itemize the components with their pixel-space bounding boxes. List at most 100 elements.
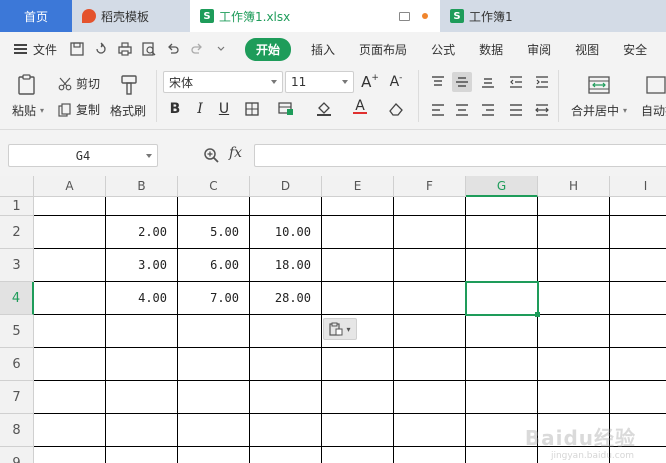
fx-icon[interactable]: fx [229,145,242,161]
align-center-button[interactable] [452,100,472,120]
cell-f1[interactable] [394,197,466,216]
cell-b2[interactable]: 2.00 [106,216,178,249]
fill-handle[interactable] [535,312,540,317]
cell-i6[interactable] [610,348,666,381]
cell-b9[interactable] [106,447,178,463]
cell-h1[interactable] [538,197,610,216]
column-header-i[interactable]: I [610,176,666,197]
font-name-select[interactable]: 宋体 [163,71,283,93]
font-size-select[interactable]: 11 [285,71,354,93]
cell-h6[interactable] [538,348,610,381]
row-header-6[interactable]: 6 [0,348,34,381]
cell-a5[interactable] [34,315,106,348]
format-painter-button[interactable]: 格式刷 [110,102,146,119]
tab-workbook-active[interactable]: S 工作簿1.xlsx [190,0,440,32]
row-header-5[interactable]: 5 [0,315,34,348]
menu-insert[interactable]: 插入 [311,41,335,58]
monitor-icon[interactable] [399,11,410,21]
distributed-button[interactable] [532,100,552,120]
cell-i5[interactable] [610,315,666,348]
cell-d5[interactable] [250,315,322,348]
cell-e9[interactable] [322,447,394,463]
column-header-g[interactable]: G [466,176,538,197]
cut-button[interactable]: 剪切 [58,75,100,92]
cell-f4[interactable] [394,282,466,315]
print-preview-icon[interactable] [141,41,157,57]
menu-page-layout[interactable]: 页面布局 [359,41,407,58]
increase-indent-button[interactable] [532,72,552,92]
align-bottom-button[interactable] [478,72,498,92]
selected-cell-g4[interactable] [465,281,539,316]
paste-options-button[interactable]: ▾ [323,318,357,340]
spreadsheet-grid[interactable]: A B C D E F G H I 1 2 3 4 5 6 7 8 9 2.00… [0,176,666,463]
cell-c9[interactable] [178,447,250,463]
cell-b3[interactable]: 3.00 [106,249,178,282]
cell-i7[interactable] [610,381,666,414]
cell-e2[interactable] [322,216,394,249]
cell-d8[interactable] [250,414,322,447]
cell-i4[interactable] [610,282,666,315]
cell-e8[interactable] [322,414,394,447]
cell-f5[interactable] [394,315,466,348]
cell-d3[interactable]: 18.00 [250,249,322,282]
menu-formulas[interactable]: 公式 [431,41,455,58]
column-header-a[interactable]: A [34,176,106,197]
row-header-1[interactable]: 1 [0,197,34,216]
row-header-2[interactable]: 2 [0,216,34,249]
cell-d7[interactable] [250,381,322,414]
cell-i1[interactable] [610,197,666,216]
formula-input[interactable] [254,144,666,167]
cell-c8[interactable] [178,414,250,447]
cell-h5[interactable] [538,315,610,348]
row-header-3[interactable]: 3 [0,249,34,282]
cell-i2[interactable] [610,216,666,249]
cell-c4[interactable]: 7.00 [178,282,250,315]
copy-button[interactable]: 复制 [58,101,100,118]
cell-e7[interactable] [322,381,394,414]
cell-a3[interactable] [34,249,106,282]
cell-g1[interactable] [466,197,538,216]
clear-format-button[interactable] [386,99,406,119]
tab-workbook-other[interactable]: S 工作簿1 [440,0,580,32]
cell-c5[interactable] [178,315,250,348]
format-painter-icon[interactable] [118,74,140,96]
grow-font-button[interactable]: A + [360,72,380,92]
menu-review[interactable]: 审阅 [527,41,551,58]
redo-icon[interactable] [189,41,205,57]
cell-g6[interactable] [466,348,538,381]
cell-b8[interactable] [106,414,178,447]
italic-button[interactable]: I [190,99,210,119]
cell-h4[interactable] [538,282,610,315]
cell-c2[interactable]: 5.00 [178,216,250,249]
tab-home[interactable]: 首页 [0,0,72,32]
column-header-d[interactable]: D [250,176,322,197]
column-header-h[interactable]: H [538,176,610,197]
cell-g7[interactable] [466,381,538,414]
cell-a9[interactable] [34,447,106,463]
cell-a1[interactable] [34,197,106,216]
align-left-button[interactable] [428,100,448,120]
auto-wrap-button[interactable]: 自动换 [641,102,666,119]
underline-button[interactable]: U [214,99,234,119]
cell-g5[interactable] [466,315,538,348]
tab-docer[interactable]: 稻壳模板 [72,0,190,32]
cell-e1[interactable] [322,197,394,216]
cell-i3[interactable] [610,249,666,282]
file-menu[interactable]: 文件 [14,41,57,58]
align-top-button[interactable] [428,72,448,92]
select-all-corner[interactable] [0,176,34,197]
cell-e6[interactable] [322,348,394,381]
cell-f6[interactable] [394,348,466,381]
cell-a6[interactable] [34,348,106,381]
paste-icon[interactable] [16,74,38,96]
cell-c1[interactable] [178,197,250,216]
cell-h2[interactable] [538,216,610,249]
cell-f2[interactable] [394,216,466,249]
cell-b5[interactable] [106,315,178,348]
name-box[interactable]: G4 [8,144,158,167]
cell-b6[interactable] [106,348,178,381]
wrap-text-icon[interactable] [646,74,666,96]
cell-a2[interactable] [34,216,106,249]
menu-view[interactable]: 视图 [575,41,599,58]
cell-d1[interactable] [250,197,322,216]
